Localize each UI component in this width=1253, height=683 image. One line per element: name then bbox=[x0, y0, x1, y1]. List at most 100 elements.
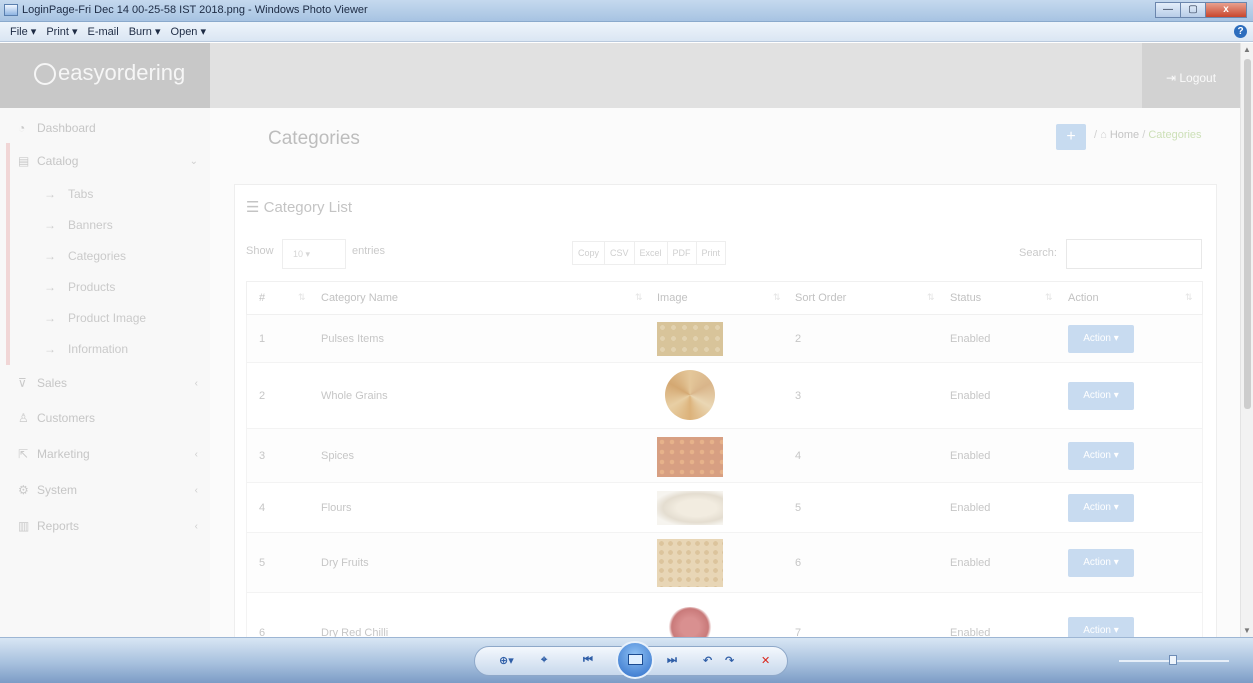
sidebar-subitem-banners[interactable]: → Banners bbox=[0, 210, 210, 240]
row-sort-order: 2 bbox=[795, 333, 802, 345]
viewer-toolbar: ⊕▾ ⌖ ⏮ ⏭ ↶ ↷ ✕ bbox=[0, 637, 1253, 683]
row-status: Enabled bbox=[950, 502, 991, 514]
sidebar: ◔ Dashboard ▤ Catalog ⌄ → Tabs → Banners… bbox=[0, 108, 210, 637]
caret-down-icon: ▾ bbox=[305, 249, 311, 259]
column-header-status[interactable]: Status bbox=[950, 292, 981, 304]
minimize-button[interactable]: — bbox=[1155, 2, 1181, 18]
sidebar-subitem-products[interactable]: → Products bbox=[0, 272, 210, 302]
sidebar-item-sales[interactable]: ⊽ Sales ‹ bbox=[0, 366, 210, 400]
action-dropdown-button[interactable]: Action ▾ bbox=[1068, 442, 1134, 470]
breadcrumb-separator: / bbox=[1142, 129, 1146, 141]
zoom-knob[interactable] bbox=[1169, 655, 1177, 665]
column-header-number[interactable]: # bbox=[259, 292, 265, 304]
help-icon[interactable]: ? bbox=[1234, 25, 1247, 38]
brand-name: easyordering bbox=[58, 60, 186, 85]
zoom-slider[interactable] bbox=[1049, 655, 1239, 666]
logout-icon: ⇥ bbox=[1165, 71, 1180, 85]
menu-open[interactable]: Open ▾ bbox=[171, 25, 207, 38]
chevron-left-icon: ‹ bbox=[194, 377, 198, 389]
sidebar-item-dashboard[interactable]: ◔ Dashboard bbox=[0, 111, 210, 145]
menu-email[interactable]: E-mail bbox=[88, 26, 119, 38]
menu-file[interactable]: File ▾ bbox=[10, 25, 36, 38]
arrow-right-icon: → bbox=[44, 280, 56, 294]
table-row: 6 Dry Red Chilli 7 Enabled Action ▾ bbox=[246, 593, 1203, 637]
column-header-category-name[interactable]: Category Name bbox=[321, 292, 398, 304]
column-header-action[interactable]: Action bbox=[1068, 292, 1099, 304]
row-number: 3 bbox=[259, 450, 266, 462]
entries-select[interactable]: 10 ▾ bbox=[282, 239, 346, 269]
sidebar-item-customers[interactable]: ♙ Customers bbox=[0, 401, 210, 435]
sort-icon: ⇅ bbox=[298, 292, 306, 302]
category-image bbox=[657, 322, 723, 356]
dashboard-icon: ◔ bbox=[18, 121, 26, 135]
pdf-button[interactable]: PDF bbox=[666, 241, 697, 265]
maximize-button[interactable]: ▢ bbox=[1180, 2, 1206, 18]
rotate-right-icon[interactable]: ↷ bbox=[725, 654, 734, 667]
excel-button[interactable]: Excel bbox=[633, 241, 668, 265]
action-dropdown-button[interactable]: Action ▾ bbox=[1068, 382, 1134, 410]
print-button[interactable]: Print bbox=[695, 241, 727, 265]
slideshow-button[interactable] bbox=[616, 641, 654, 679]
close-button[interactable]: x bbox=[1205, 2, 1247, 18]
csv-button[interactable]: CSV bbox=[604, 241, 635, 265]
copy-button[interactable]: Copy bbox=[572, 241, 606, 265]
action-dropdown-button[interactable]: Action ▾ bbox=[1068, 325, 1134, 353]
list-icon: ☰ bbox=[246, 199, 264, 216]
sort-icon: ⇅ bbox=[1185, 292, 1193, 302]
menu-print[interactable]: Print ▾ bbox=[46, 25, 77, 38]
row-status: Enabled bbox=[950, 557, 991, 569]
logout-button[interactable]: ⇥ Logout bbox=[1142, 43, 1240, 108]
table-row: 1 Pulses Items 2 Enabled Action ▾ bbox=[246, 315, 1203, 363]
column-header-image[interactable]: Image bbox=[657, 292, 688, 304]
search-input[interactable] bbox=[1066, 239, 1202, 269]
rotate-left-icon[interactable]: ↶ bbox=[703, 654, 712, 667]
row-number: 5 bbox=[259, 557, 266, 569]
scroll-down-icon[interactable]: ▼ bbox=[1243, 626, 1251, 635]
sidebar-subitem-tabs[interactable]: → Tabs bbox=[0, 179, 210, 209]
bar-chart-icon: ▥ bbox=[18, 519, 30, 533]
cart-icon: ⊽ bbox=[18, 376, 27, 390]
action-dropdown-button[interactable]: Action ▾ bbox=[1068, 617, 1134, 637]
sort-icon: ⇅ bbox=[1045, 292, 1053, 302]
show-label: Show bbox=[246, 245, 274, 257]
sidebar-subitem-information[interactable]: → Information bbox=[0, 334, 210, 364]
scroll-up-icon[interactable]: ▲ bbox=[1243, 45, 1251, 54]
row-category-name: Spices bbox=[321, 450, 355, 462]
actual-size-icon[interactable]: ⌖ bbox=[541, 654, 547, 667]
category-image bbox=[667, 607, 713, 637]
entries-value: 10 bbox=[293, 249, 304, 259]
action-dropdown-button[interactable]: Action ▾ bbox=[1068, 549, 1134, 577]
menu-burn[interactable]: Burn ▾ bbox=[129, 25, 161, 38]
table-row: 2 Whole Grains 3 Enabled Action ▾ bbox=[246, 363, 1203, 429]
window-title: LoginPage-Fri Dec 14 00-25-58 IST 2018.p… bbox=[22, 4, 368, 16]
arrow-right-icon: → bbox=[44, 342, 56, 356]
category-image bbox=[657, 437, 723, 477]
sidebar-item-system[interactable]: ⚙ System ‹ bbox=[0, 473, 210, 507]
breadcrumb-current: Categories bbox=[1148, 129, 1202, 141]
sidebar-item-label: Reports bbox=[37, 519, 80, 533]
action-dropdown-button[interactable]: Action ▾ bbox=[1068, 494, 1134, 522]
table-row: 3 Spices 4 Enabled Action ▾ bbox=[246, 429, 1203, 483]
row-category-name: Pulses Items bbox=[321, 333, 384, 345]
gear-icon: ⚙ bbox=[18, 483, 29, 497]
search-label: Search: bbox=[1019, 247, 1057, 259]
next-icon[interactable]: ⏭ bbox=[667, 654, 677, 667]
sort-icon: ⇅ bbox=[635, 292, 643, 302]
sidebar-item-label: Sales bbox=[37, 376, 68, 390]
sidebar-item-marketing[interactable]: ⇱ Marketing ‹ bbox=[0, 437, 210, 471]
scrollbar-thumb[interactable] bbox=[1244, 59, 1251, 409]
zoom-icon[interactable]: ⊕▾ bbox=[499, 654, 514, 667]
previous-icon[interactable]: ⏮ bbox=[583, 654, 593, 667]
breadcrumb-home[interactable]: Home bbox=[1110, 129, 1139, 141]
sort-icon: ⇅ bbox=[773, 292, 781, 302]
delete-icon[interactable]: ✕ bbox=[761, 654, 770, 667]
sidebar-subitem-product-image[interactable]: → Product Image bbox=[0, 303, 210, 333]
brand[interactable]: easyordering bbox=[0, 43, 210, 108]
vertical-scrollbar[interactable]: ▲ ▼ bbox=[1240, 43, 1253, 637]
sidebar-item-catalog[interactable]: ▤ Catalog ⌄ bbox=[0, 144, 210, 178]
sidebar-item-reports[interactable]: ▥ Reports ‹ bbox=[0, 509, 210, 543]
row-sort-order: 6 bbox=[795, 557, 802, 569]
add-category-button[interactable]: + bbox=[1056, 124, 1086, 150]
column-header-sort-order[interactable]: Sort Order bbox=[795, 292, 846, 304]
sidebar-subitem-categories[interactable]: → Categories bbox=[0, 241, 210, 271]
